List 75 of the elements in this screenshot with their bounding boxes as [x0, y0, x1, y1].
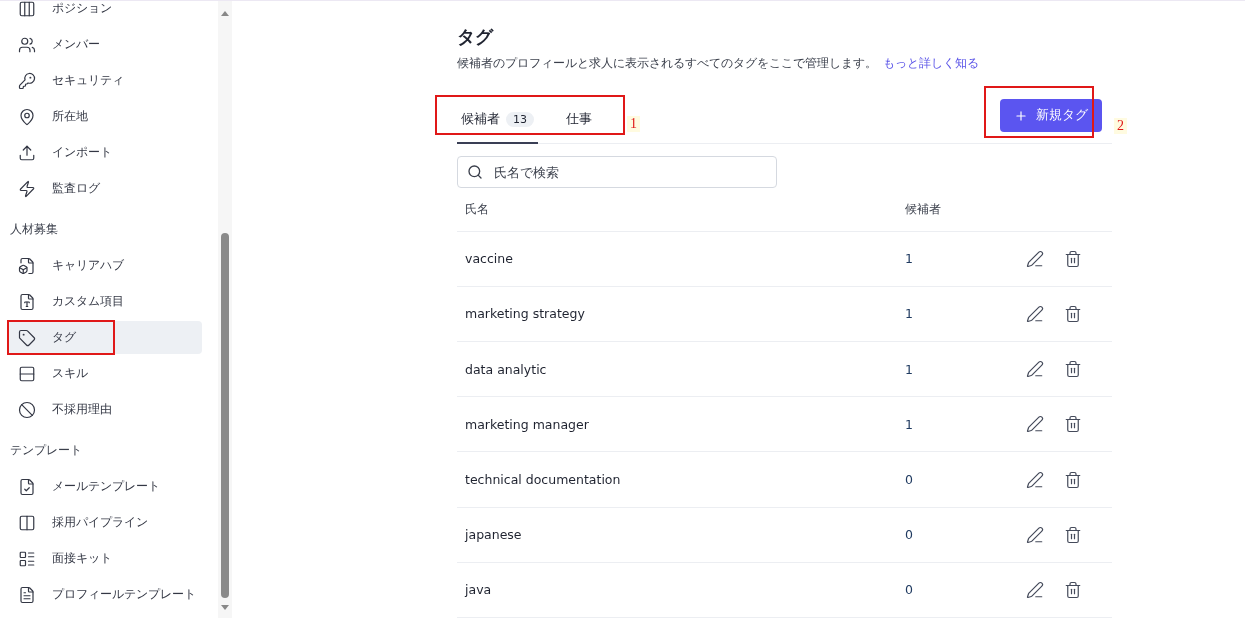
document-icon	[18, 585, 36, 604]
scrollbar[interactable]	[218, 1, 232, 618]
annotation-number: 1	[627, 116, 640, 132]
sidebar-item[interactable]: 面接キット	[8, 542, 202, 575]
column-header: 氏名	[465, 201, 490, 217]
edit-button[interactable]	[1026, 580, 1044, 599]
sidebar-section-title: テンプレート	[9, 442, 83, 459]
candidate-count: 1	[905, 251, 914, 267]
users-icon	[18, 35, 36, 54]
sidebar-item[interactable]: キャリアハブ	[8, 249, 202, 282]
tag-name: marketing manager	[465, 416, 590, 432]
file-cube-icon	[18, 256, 36, 275]
sidebar-item[interactable]: メールテンプレート	[8, 470, 202, 503]
sidebar-item[interactable]: スキル	[8, 357, 202, 390]
page-description: 候補者のプロフィールと求人に表示されるすべてのタグをここで管理します。 もっと詳しく知る	[457, 55, 980, 72]
edit-button[interactable]	[1026, 525, 1044, 544]
tab[interactable]: 仕事	[562, 100, 596, 144]
upload-icon	[18, 143, 36, 162]
new-tag-button[interactable]: 新規タグ	[1000, 99, 1102, 132]
map-pin-icon	[18, 107, 36, 126]
delete-button[interactable]	[1064, 470, 1082, 489]
list-icon	[18, 549, 36, 568]
columns-icon	[18, 513, 36, 532]
file-text-icon	[18, 292, 36, 311]
annotation-number: 2	[1114, 118, 1127, 134]
sidebar-item[interactable]: プロフィールテンプレート	[8, 578, 202, 611]
plus-icon	[1014, 108, 1028, 123]
delete-button[interactable]	[1064, 580, 1082, 599]
tag-name: data analytic	[465, 361, 548, 377]
sidebar-item[interactable]: メンバー	[8, 28, 202, 61]
edit-button[interactable]	[1026, 415, 1044, 434]
rows-icon	[18, 364, 36, 383]
column-header: 候補者	[905, 201, 942, 217]
candidate-count: 1	[905, 361, 914, 377]
search-field[interactable]: 氏名で検索	[457, 156, 777, 188]
edit-button[interactable]	[1026, 304, 1044, 323]
sidebar-item[interactable]: タグ	[8, 321, 202, 354]
delete-button[interactable]	[1064, 304, 1082, 323]
tag-name: java	[465, 582, 493, 598]
candidate-count: 0	[905, 582, 914, 598]
candidate-count: 0	[905, 527, 914, 543]
delete-button[interactable]	[1064, 360, 1082, 379]
tag-name: japanese	[465, 527, 523, 543]
sidebar-item[interactable]: 監査ログ	[8, 172, 202, 205]
delete-button[interactable]	[1064, 249, 1082, 268]
candidate-count: 1	[905, 306, 914, 322]
sidebar-item[interactable]: インポート	[8, 136, 202, 169]
tag-name: vaccine	[465, 251, 514, 267]
delete-button[interactable]	[1064, 415, 1082, 434]
sidebar-item[interactable]: 不採用理由	[8, 393, 202, 426]
sidebar-item[interactable]: ポジション	[8, 0, 202, 25]
sidebar-item[interactable]: カスタム項目	[8, 285, 202, 318]
edit-button[interactable]	[1026, 360, 1044, 379]
tab[interactable]: 候補者 13	[457, 100, 538, 144]
sidebar-section-title: 人材募集	[9, 221, 59, 238]
tag-name: technical documentation	[465, 472, 622, 487]
page-title: タグ	[457, 25, 495, 49]
edit-button[interactable]	[1026, 249, 1044, 268]
lightning-icon	[18, 179, 36, 198]
file-check-icon	[18, 477, 36, 496]
count-badge: 13	[506, 111, 534, 127]
key-icon	[18, 71, 36, 90]
candidate-count: 0	[905, 472, 914, 487]
columns-icon	[18, 0, 36, 18]
sidebar-item[interactable]: 所在地	[8, 100, 202, 133]
sidebar-item[interactable]: 採用パイプライン	[8, 506, 202, 539]
delete-button[interactable]	[1064, 525, 1082, 544]
tag-icon	[18, 328, 36, 347]
learn-more-link[interactable]: もっと詳しく知る	[883, 56, 979, 70]
candidate-count: 1	[905, 416, 914, 432]
prohibited-icon	[18, 400, 36, 419]
search-icon	[467, 164, 483, 180]
tag-name: marketing strategy	[465, 306, 586, 322]
sidebar-item[interactable]: セキュリティ	[8, 64, 202, 97]
edit-button[interactable]	[1026, 470, 1044, 489]
